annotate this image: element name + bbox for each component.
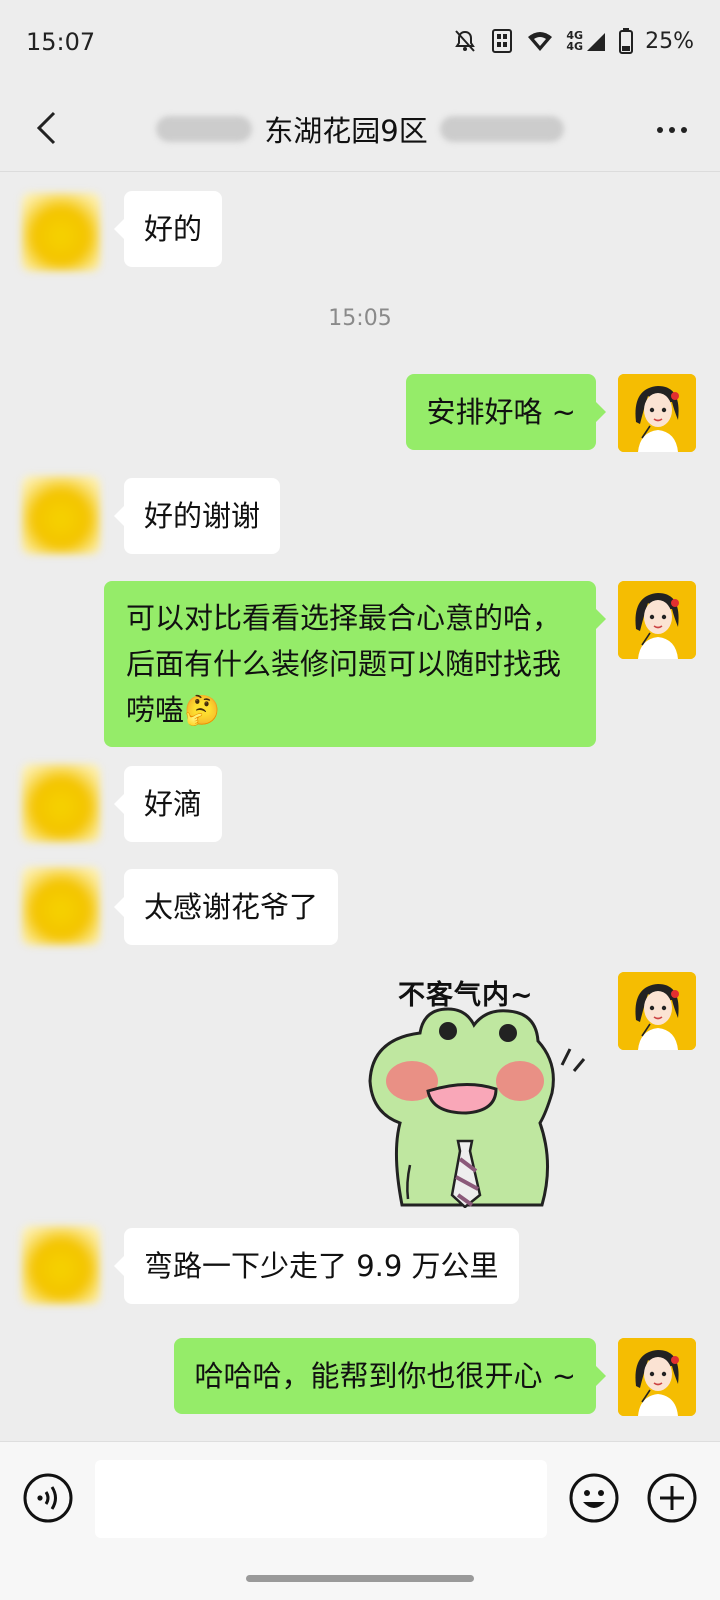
redacted-name [156, 116, 253, 142]
avatar[interactable] [618, 1338, 696, 1416]
avatar[interactable] [618, 581, 696, 659]
message-bubble-in[interactable]: 好的 [113, 191, 223, 267]
voice-button[interactable] [22, 1472, 74, 1524]
more-actions-button[interactable] [646, 1472, 698, 1524]
message-bubble-out[interactable]: 可以对比看看选择最合心意的哈，后面有什么装修问题可以随时找我唠嗑🤔 [104, 581, 606, 747]
avatar-girl-icon [618, 374, 696, 452]
message-bubble-in[interactable]: 好的谢谢 [113, 478, 281, 554]
message-list[interactable]: 好的 15:05 安排好咯 ~ 好的谢谢 可以对比看看选择最合心意的哈，后面有什… [0, 173, 720, 1441]
status-icons: 4G 4G 25% [452, 26, 694, 56]
battery-percent: 25% [645, 28, 694, 54]
avatar[interactable] [22, 764, 100, 842]
ellipsis-dot [669, 127, 675, 133]
plus-icon [647, 1473, 697, 1523]
page-title: 东湖花园9区 [264, 114, 428, 148]
avatar[interactable] [618, 972, 696, 1050]
sticker-message[interactable]: 不客气内~ [362, 973, 592, 1208]
header-title-area: 东湖花园9区 [0, 108, 720, 150]
network-label-2: 4G [566, 40, 584, 53]
timestamp: 15:05 [328, 306, 392, 331]
home-indicator[interactable] [246, 1575, 474, 1582]
signal-icon: 4G 4G [566, 29, 607, 53]
vibrate-icon [490, 28, 514, 54]
mute-bell-icon [452, 28, 478, 54]
ellipsis-icon [657, 127, 663, 133]
ellipsis-dot [681, 127, 687, 133]
message-bubble-in[interactable]: 弯路一下少走了 9.9 万公里 [114, 1228, 519, 1304]
message-input[interactable] [95, 1460, 547, 1538]
message-bubble-in[interactable]: 好滴 [113, 766, 223, 842]
status-bar: 15:07 4G 4G 25% [0, 0, 720, 88]
redacted-suffix [439, 116, 564, 142]
emoji-button[interactable] [568, 1472, 620, 1524]
avatar[interactable] [22, 476, 100, 554]
avatar-girl-icon [618, 972, 696, 1050]
message-bubble-out[interactable]: 哈哈哈，能帮到你也很开心 ~ [174, 1338, 606, 1414]
avatar[interactable] [22, 867, 100, 945]
avatar-girl-icon [618, 1338, 696, 1416]
emoji-icon [569, 1473, 619, 1523]
message-bubble-out[interactable]: 安排好咯 ~ [406, 374, 606, 450]
chat-header: 东湖花园9区 [0, 88, 720, 172]
avatar-girl-icon [618, 581, 696, 659]
avatar[interactable] [22, 193, 100, 271]
avatar[interactable] [618, 374, 696, 452]
battery-icon [619, 28, 634, 54]
avatar[interactable] [22, 1226, 100, 1304]
frog-sticker-icon [368, 1007, 586, 1208]
voice-icon [23, 1473, 73, 1523]
status-time: 15:07 [26, 28, 96, 56]
wifi-icon [526, 29, 554, 53]
more-button[interactable] [648, 112, 696, 148]
message-bubble-in[interactable]: 太感谢花爷了 [113, 869, 339, 945]
